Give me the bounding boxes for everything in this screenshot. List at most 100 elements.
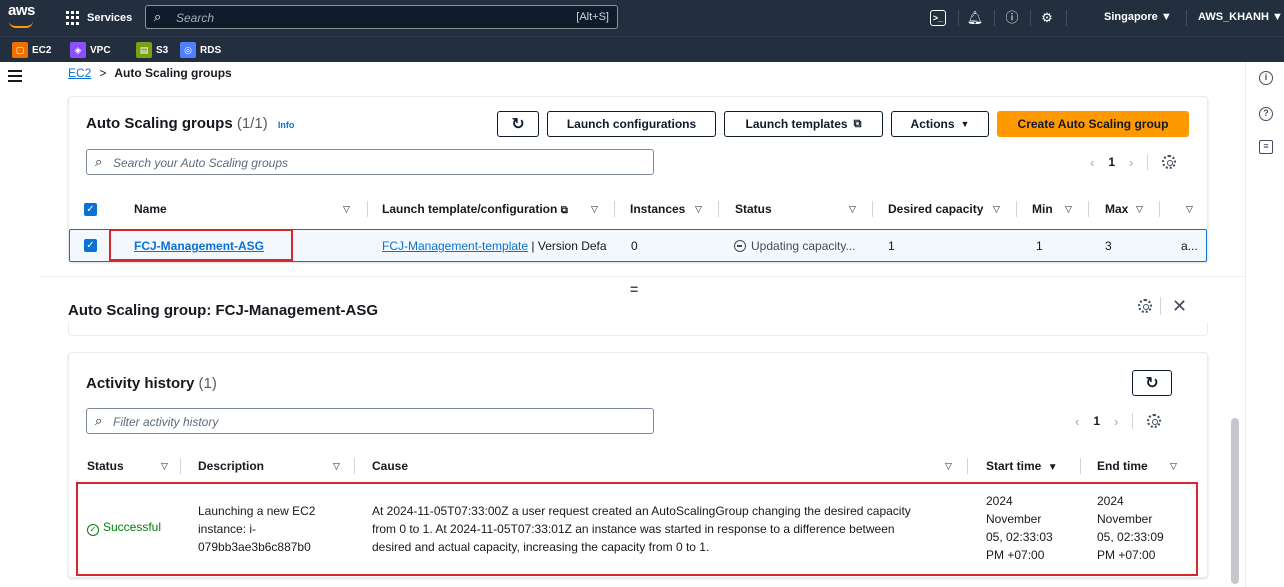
sort-icon[interactable]: ▽ xyxy=(849,204,856,215)
bell-icon[interactable]: 🔔︎ xyxy=(966,9,984,27)
actions-dropdown-button[interactable]: Actions ▼ xyxy=(891,111,989,137)
create-asg-button[interactable]: Create Auto Scaling group xyxy=(997,111,1189,137)
status-text: Updating capacity... xyxy=(751,239,856,253)
sort-icon[interactable]: ▽ xyxy=(695,204,702,215)
highlight-box xyxy=(109,229,293,261)
row-checkbox[interactable]: ✓ xyxy=(84,239,97,252)
breadcrumb: EC2 > Auto Scaling groups xyxy=(68,66,232,80)
sort-icon[interactable]: ▽ xyxy=(945,461,952,472)
col-min[interactable]: Min xyxy=(1032,202,1053,216)
sort-icon[interactable]: ▽ xyxy=(1136,204,1143,215)
preferences-gear-icon[interactable] xyxy=(1147,414,1162,428)
truncated-cell: a... xyxy=(1181,239,1198,253)
settings-icon[interactable]: ⚙ xyxy=(1038,9,1056,27)
sort-icon[interactable]: ▽ xyxy=(591,204,598,215)
activity-refresh-button[interactable]: ↻ xyxy=(1132,370,1172,396)
button-label: Actions xyxy=(910,117,955,131)
close-icon[interactable]: ✕ xyxy=(1172,296,1187,317)
help-panel-icon[interactable]: ? xyxy=(1259,107,1273,121)
rds-icon: ◎ xyxy=(180,42,196,58)
column-divider xyxy=(180,458,181,474)
prev-page-icon[interactable]: ‹ xyxy=(1075,414,1079,429)
breadcrumb-ec2-link[interactable]: EC2 xyxy=(68,66,91,80)
asg-pagination: ‹ 1 › xyxy=(1090,154,1177,170)
search-placeholder: Search xyxy=(176,11,215,25)
caret-down-icon: ▼ xyxy=(960,119,970,129)
divider xyxy=(958,10,959,26)
col-label: Start time xyxy=(986,459,1042,473)
favorite-ec2[interactable]: ▢ EC2 xyxy=(12,41,51,59)
services-menu-button[interactable]: Services xyxy=(66,8,132,28)
select-all-checkbox[interactable]: ✓ xyxy=(84,203,97,216)
asg-list-title: Auto Scaling groups (1/1) Info xyxy=(86,115,294,132)
col-name[interactable]: Name xyxy=(134,202,167,216)
current-page[interactable]: 1 xyxy=(1093,414,1100,428)
activity-pagination: ‹ 1 › xyxy=(1075,413,1162,429)
next-page-icon[interactable]: › xyxy=(1129,155,1133,170)
external-link-icon: ⧉ xyxy=(560,205,568,216)
details-tab-strip xyxy=(68,322,1208,336)
col-description[interactable]: Description xyxy=(198,459,264,473)
sort-icon[interactable]: ▽ xyxy=(1065,204,1072,215)
hamburger-menu-icon[interactable] xyxy=(8,70,22,82)
vpc-icon: ◈ xyxy=(70,42,86,58)
favorite-vpc[interactable]: ◈ VPC xyxy=(70,41,111,59)
col-status[interactable]: Status xyxy=(87,459,124,473)
launch-template-link[interactable]: FCJ-Management-template xyxy=(382,239,528,253)
split-preferences-gear-icon[interactable] xyxy=(1138,299,1152,316)
activity-filter-input[interactable]: ⌕ Filter activity history xyxy=(86,408,654,434)
next-page-icon[interactable]: › xyxy=(1114,414,1118,429)
split-panel-title: Auto Scaling group: FCJ-Management-ASG xyxy=(68,302,379,319)
aws-logo[interactable]: aws xyxy=(6,2,40,32)
launch-configurations-button[interactable]: Launch configurations xyxy=(547,111,716,137)
filter-placeholder: Filter activity history xyxy=(113,415,219,429)
refresh-icon: ↻ xyxy=(1145,375,1159,392)
col-start-time[interactable]: Start time ▼ xyxy=(986,459,1058,473)
divider xyxy=(1160,297,1161,315)
col-instances[interactable]: Instances xyxy=(630,202,685,216)
column-divider xyxy=(367,201,368,217)
info-link[interactable]: Info xyxy=(278,120,295,130)
col-end-time[interactable]: End time xyxy=(1097,459,1148,473)
resize-handle-icon[interactable]: = xyxy=(630,281,638,297)
search-shortcut: [Alt+S] xyxy=(576,11,609,23)
col-status[interactable]: Status xyxy=(735,202,772,216)
asg-search-input[interactable]: ⌕ Search your Auto Scaling groups xyxy=(86,149,654,175)
activity-count: (1) xyxy=(198,375,217,392)
feedback-icon[interactable]: ≡ xyxy=(1259,140,1273,154)
col-launch-template[interactable]: Launch template/configuration ⧉ xyxy=(382,202,568,216)
sort-icon[interactable]: ▽ xyxy=(161,461,168,472)
sort-icon[interactable]: ▽ xyxy=(993,204,1000,215)
panel-scrollbar[interactable] xyxy=(1231,418,1239,584)
launch-template-cell: FCJ-Management-template | Version Defa xyxy=(382,239,607,253)
favorite-label: EC2 xyxy=(32,44,52,56)
account-menu[interactable]: AWS_KHANH ▼ xyxy=(1198,11,1283,23)
current-page[interactable]: 1 xyxy=(1108,155,1115,169)
button-label: Create Auto Scaling group xyxy=(1017,117,1169,131)
help-icon[interactable]: ⓘ xyxy=(1003,9,1021,27)
launch-templates-button[interactable]: Launch templates ⧉ xyxy=(724,111,883,137)
region-selector[interactable]: Singapore ▼ xyxy=(1104,11,1172,23)
sort-icon[interactable]: ▽ xyxy=(1170,461,1177,472)
breadcrumb-current: Auto Scaling groups xyxy=(114,66,232,80)
info-panel-icon[interactable]: i xyxy=(1259,71,1273,85)
refresh-button[interactable]: ↻ xyxy=(497,111,539,137)
col-max[interactable]: Max xyxy=(1105,202,1128,216)
col-cause[interactable]: Cause xyxy=(372,459,408,473)
sort-descending-icon: ▼ xyxy=(1047,462,1058,473)
cloudshell-icon[interactable]: >_ xyxy=(930,10,946,26)
global-search-input[interactable]: ⌕ Search [Alt+S] xyxy=(145,5,618,29)
sort-icon[interactable]: ▽ xyxy=(343,204,350,215)
button-label: Launch templates xyxy=(745,117,848,131)
asg-list-container: Auto Scaling groups (1/1) Info ↻ Launch … xyxy=(68,96,1208,262)
col-desired-capacity[interactable]: Desired capacity xyxy=(888,202,983,216)
favorite-rds[interactable]: ◎ RDS xyxy=(180,41,221,59)
favorite-s3[interactable]: ▤ S3 xyxy=(136,41,168,59)
preferences-gear-icon[interactable] xyxy=(1162,155,1177,169)
top-navigation: aws Services ⌕ Search [Alt+S] >_ 🔔︎ ⓘ ⚙ … xyxy=(0,0,1284,36)
column-divider xyxy=(967,458,968,474)
sort-icon[interactable]: ▽ xyxy=(333,461,340,472)
prev-page-icon[interactable]: ‹ xyxy=(1090,155,1094,170)
asg-title-text: Auto Scaling groups xyxy=(86,115,233,132)
sort-icon[interactable]: ▽ xyxy=(1186,204,1193,215)
